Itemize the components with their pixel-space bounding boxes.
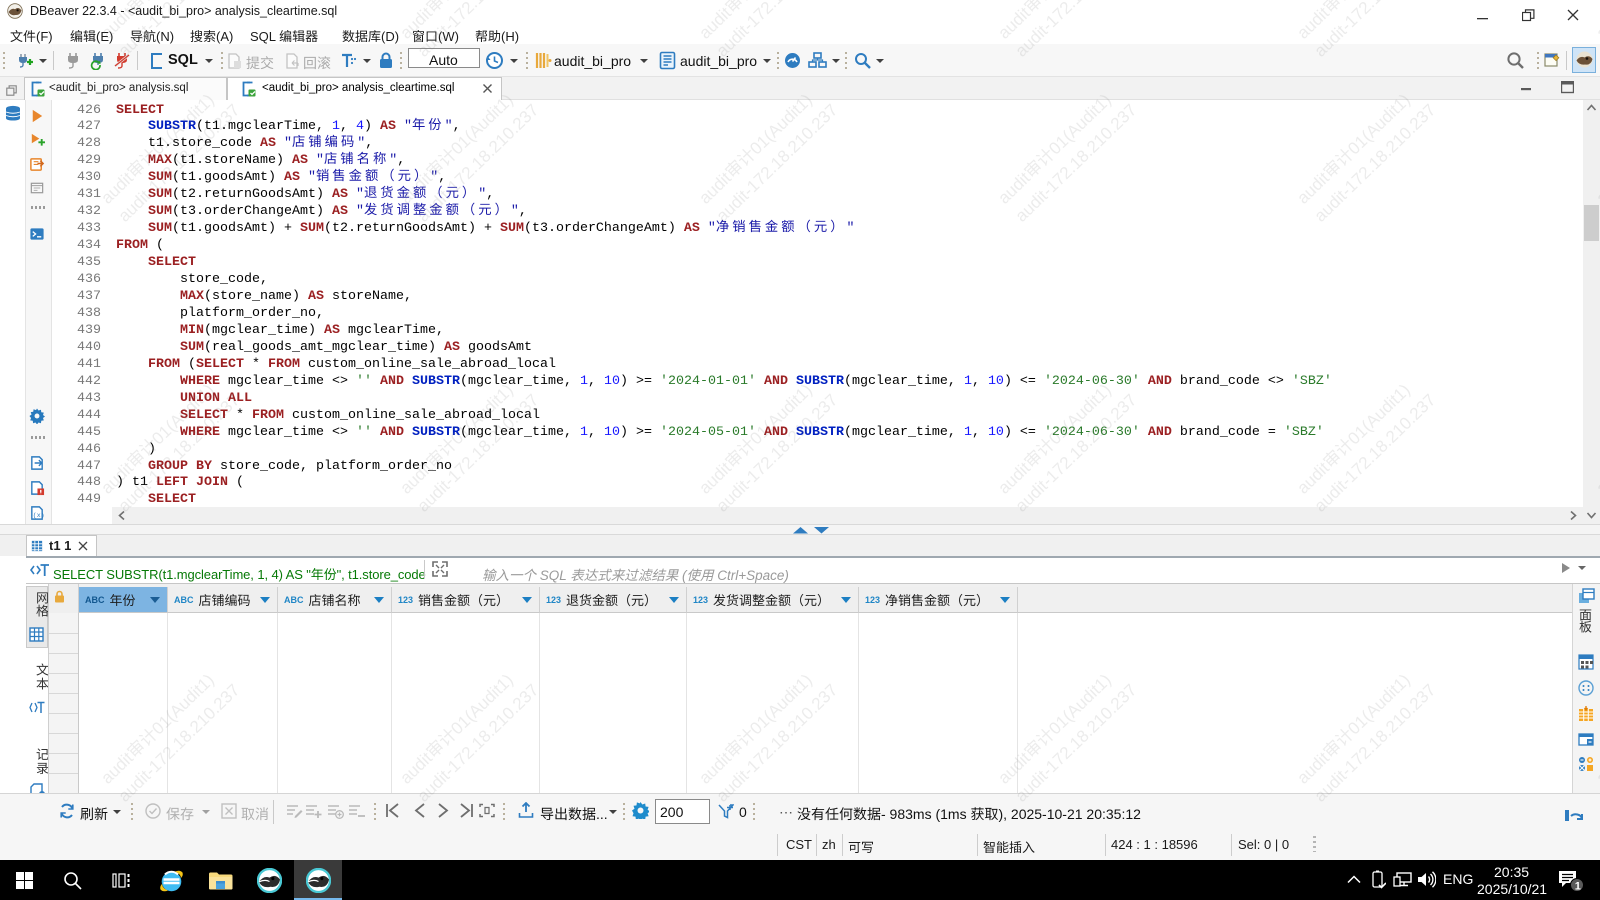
svg-text:1: 1	[1575, 881, 1581, 893]
